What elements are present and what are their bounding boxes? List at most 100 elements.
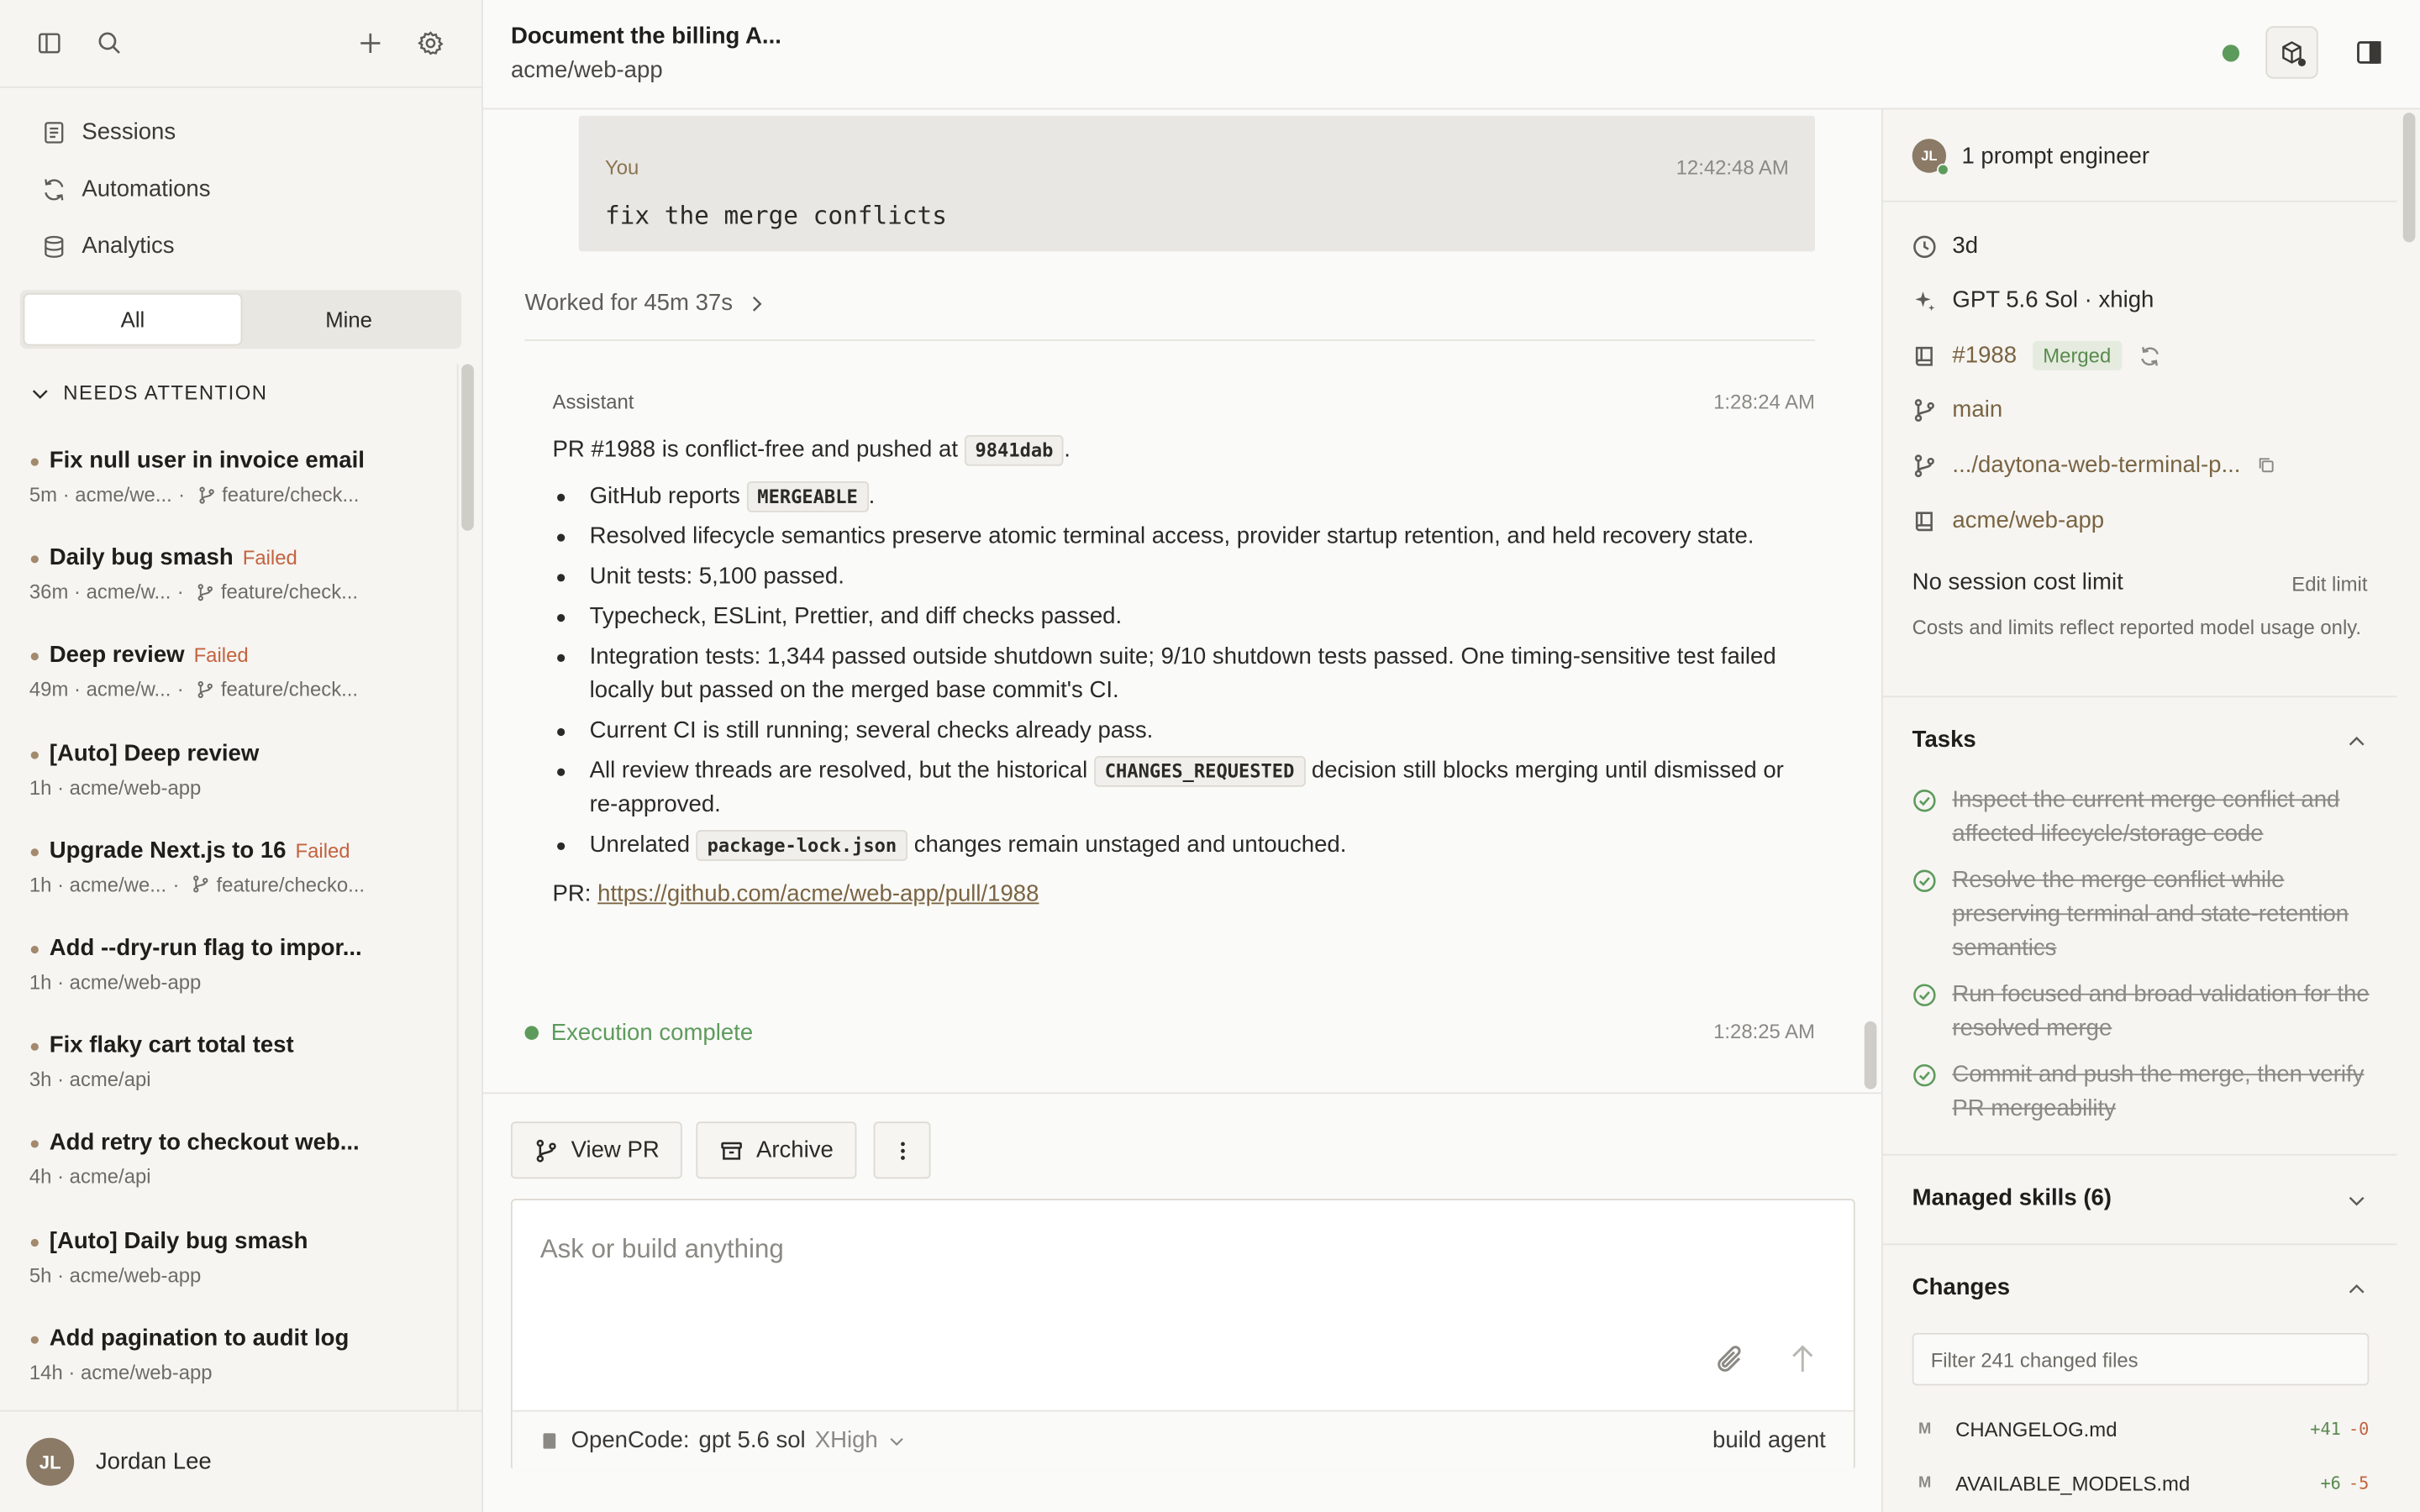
session-item[interactable]: Daily bug smash Failed 36m · acme/w... · fe… <box>0 536 457 633</box>
sandbox-button[interactable] <box>2265 26 2318 79</box>
divider <box>524 339 1815 341</box>
tasks-section-title[interactable]: Tasks <box>1912 727 1976 753</box>
page-title: Document the billing A... <box>510 23 781 50</box>
execution-time: 1:28:25 AM <box>1713 1020 1815 1043</box>
send-arrow-icon[interactable] <box>1787 1342 1818 1376</box>
provider-icon <box>543 1432 556 1448</box>
nav-item-automations[interactable]: Automations <box>0 160 481 218</box>
session-title: Add --dry-run flag to impor... <box>49 934 362 962</box>
assistant-message: PR #1988 is conflict-free and pushed at … <box>553 433 1796 924</box>
pr-link[interactable]: https://github.com/acme/web-app/pull/198… <box>597 881 1039 907</box>
managed-skills-section-title[interactable]: Managed skills (6) <box>1912 1185 2112 1211</box>
sidebar-toolbar <box>0 0 482 88</box>
branch-icon <box>199 486 214 503</box>
copy-icon[interactable] <box>2256 455 2276 475</box>
prompt-input[interactable]: Ask or build anything <box>540 1234 784 1265</box>
message-paragraph: PR #1988 is conflict-free and pushed at … <box>553 433 1796 467</box>
edit-limit-link[interactable]: Edit limit <box>2291 572 2367 596</box>
session-item[interactable]: Fix null user in invoice email 5m · acme… <box>0 438 457 536</box>
sidebar-scrollbar[interactable] <box>461 364 474 531</box>
conversation-scrollbar[interactable] <box>1864 1021 1877 1089</box>
check-circle-icon <box>1913 869 1936 892</box>
chevron-up-icon[interactable] <box>2346 732 2368 753</box>
refresh-icon[interactable] <box>2137 344 2161 368</box>
action-bar: View PR Archive <box>482 1092 1881 1200</box>
chevron-down-icon[interactable] <box>2346 1189 2368 1211</box>
changed-file-row[interactable]: M AVAILABLE_MODELS.md +6 -5 <box>1912 1467 2369 1499</box>
session-item[interactable]: Add pagination to audit log 14h · acme/w… <box>0 1315 457 1413</box>
success-dot <box>524 1026 539 1040</box>
session-item[interactable]: [Auto] Deep review 1h · acme/web-app <box>0 731 457 828</box>
modified-flag: M <box>1918 1420 1932 1437</box>
session-item[interactable]: Fix flaky cart total test 3h · acme/api <box>0 1023 457 1121</box>
check-circle-icon <box>1913 1063 1936 1087</box>
user-profile[interactable]: JL Jordan Lee <box>0 1410 482 1512</box>
session-item[interactable]: Upgrade Next.js to 16 Failed 1h · acme/we… <box>0 828 457 926</box>
session-title: Fix flaky cart total test <box>49 1032 294 1059</box>
status-badge: Merged <box>2032 340 2123 370</box>
session-item[interactable]: [Auto] Daily bug smash 5h · acme/web-app <box>0 1218 457 1315</box>
session-header: Document the billing A... acme/web-app <box>482 0 2420 110</box>
attach-paperclip-icon[interactable] <box>1713 1342 1747 1376</box>
pr-row[interactable]: #1988 Merged <box>1912 340 2162 370</box>
panel-scrollbar[interactable] <box>2402 113 2416 243</box>
agent-selector[interactable]: build agent <box>1712 1427 1826 1453</box>
failed-badge: Failed <box>242 546 297 570</box>
refresh-icon <box>45 178 64 200</box>
status-dot <box>30 1042 39 1052</box>
filter-all-button[interactable]: All <box>24 294 241 344</box>
base-branch-row[interactable]: main <box>1912 396 2002 423</box>
app-window: Sessions Automations Analytics All Mine … <box>0 0 2420 1512</box>
commit-hash: 9841dab <box>964 434 1065 466</box>
search-icon[interactable] <box>91 24 128 61</box>
additions-count: +6 <box>2320 1473 2341 1494</box>
session-title: Fix null user in invoice email <box>49 447 365 474</box>
changed-file-row[interactable]: M CHANGELOG.md +41 -0 <box>1912 1413 2369 1444</box>
work-branch-row[interactable]: .../daytona-web-terminal-p... <box>1912 452 2276 478</box>
model-selector[interactable]: OpenCode: gpt 5.6 sol XHigh <box>543 1427 906 1453</box>
changes-section-title[interactable]: Changes <box>1912 1274 2010 1300</box>
session-meta: 1h · acme/we... · feature/checko... <box>29 873 366 896</box>
divider <box>1882 200 2397 202</box>
pr-line: PR: https://github.com/acme/web-app/pull… <box>552 880 1039 907</box>
filter-mine-button[interactable]: Mine <box>241 295 457 344</box>
needs-attention-header[interactable]: NEEDS ATTENTION <box>29 381 268 404</box>
chevron-up-icon[interactable] <box>2346 1279 2368 1301</box>
list-item: All review threads are resolved, but the… <box>553 754 1796 822</box>
archive-button[interactable]: Archive <box>696 1121 857 1179</box>
user-message: You 12:42:48 AM fix the merge conflicts <box>578 115 1815 252</box>
status-dot <box>30 1140 39 1149</box>
session-title: [Auto] Daily bug smash <box>49 1227 308 1254</box>
session-item[interactable]: Deep review Failed 49m · acme/w... · featur… <box>0 633 457 731</box>
participants-label: 1 prompt engineer <box>1961 142 2150 170</box>
nav-item-analytics[interactable]: Analytics <box>0 218 481 275</box>
sandbox-badge <box>2297 58 2307 66</box>
session-list: Fix null user in invoice email 5m · acme… <box>0 438 457 1414</box>
session-meta: 3h · acme/api <box>29 1068 151 1091</box>
worked-duration-toggle[interactable]: Worked for 45m 37s <box>524 290 766 317</box>
nav-item-sessions[interactable]: Sessions <box>0 103 481 160</box>
session-title: Add retry to checkout web... <box>49 1130 360 1157</box>
right-panel-toggle-icon[interactable] <box>2354 37 2385 68</box>
more-options-button[interactable] <box>873 1121 931 1179</box>
message-author: Assistant <box>552 390 634 414</box>
file-name: AVAILABLE_MODELS.md <box>1955 1471 2191 1494</box>
sidebar-nav: Sessions Automations Analytics <box>0 88 481 275</box>
online-dot <box>1937 163 1949 176</box>
divider <box>1882 1243 2397 1246</box>
new-session-icon[interactable] <box>352 24 389 61</box>
session-item[interactable]: Add --dry-run flag to impor... 1h · acme… <box>0 926 457 1023</box>
session-meta: 1h · acme/web-app <box>29 775 202 799</box>
session-item[interactable]: Add retry to checkout web... 4h · acme/a… <box>0 1121 457 1218</box>
changed-files-filter-input[interactable]: Filter 241 changed files <box>1912 1332 2370 1386</box>
branch-icon <box>1914 454 1934 477</box>
sidebar: Sessions Automations Analytics All Mine … <box>0 0 483 1512</box>
repo-row[interactable]: acme/web-app <box>1912 507 2104 533</box>
view-pr-button[interactable]: View PR <box>510 1121 683 1179</box>
settings-gear-icon[interactable] <box>412 24 449 61</box>
sidebar-toggle-icon[interactable] <box>31 24 68 61</box>
message-composer: Ask or build anything OpenCode: gpt 5.6 … <box>510 1199 1855 1471</box>
status-dot <box>30 1336 39 1344</box>
task-item: Run focused and broad validation for the… <box>1912 978 2375 1046</box>
session-title: Upgrade Next.js to 16 Failed <box>49 837 350 864</box>
